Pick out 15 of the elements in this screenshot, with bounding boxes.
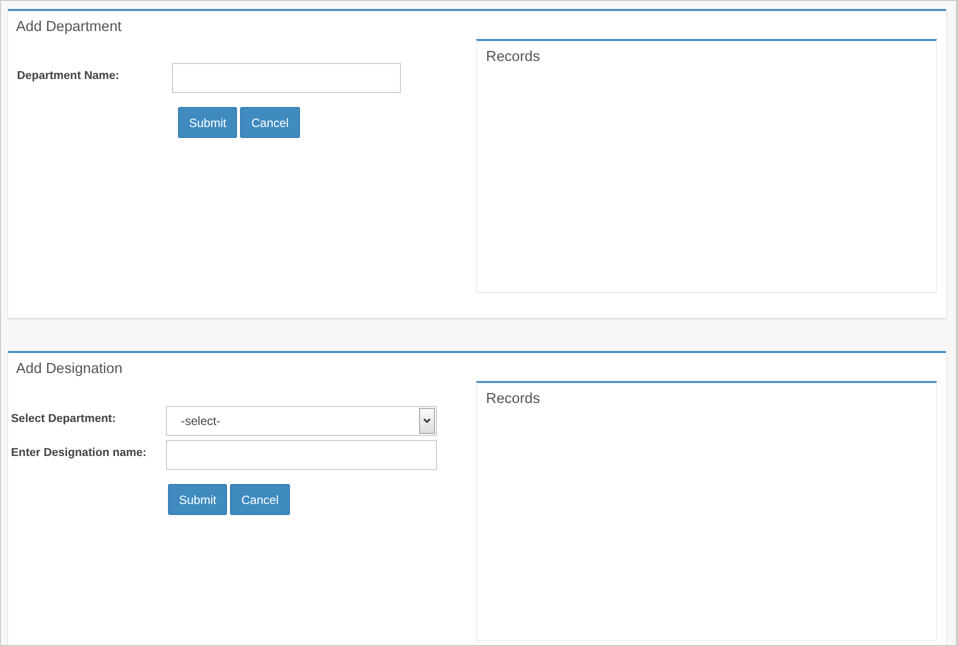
select-dropdown[interactable]: -select-	[166, 406, 437, 436]
action-button[interactable]: Submit	[168, 484, 228, 515]
action-button[interactable]: Cancel	[230, 484, 290, 515]
action-button[interactable]: Cancel	[240, 107, 300, 138]
panel-title: Add Department	[15, 18, 123, 37]
field-label: Select Department:	[11, 412, 117, 425]
action-button[interactable]: Submit	[178, 107, 238, 138]
text-field[interactable]	[172, 63, 401, 93]
field-label: Enter Designation name:	[11, 446, 148, 459]
field-label: Department Name:	[16, 69, 120, 82]
records-title: Records	[485, 48, 541, 67]
text-field[interactable]	[166, 440, 437, 470]
records-title: Records	[485, 390, 541, 409]
chevron-down-icon[interactable]	[419, 408, 435, 434]
panel-title: Add Designation	[15, 360, 124, 379]
